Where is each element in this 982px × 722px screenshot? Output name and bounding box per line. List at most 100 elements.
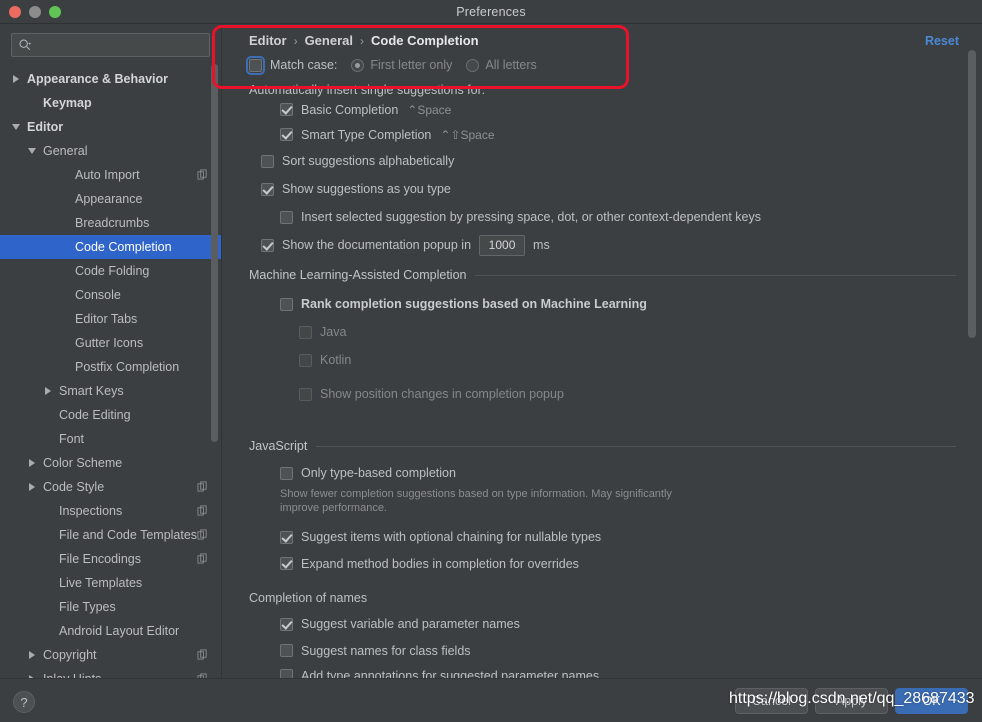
sidebar-item-label: Gutter Icons: [75, 336, 143, 350]
only-type-based-checkbox[interactable]: [280, 467, 293, 480]
sidebar-item-console[interactable]: Console: [0, 283, 221, 307]
chevron-down-icon[interactable]: [12, 122, 22, 132]
suggest-variable-names-row[interactable]: Suggest variable and parameter names: [280, 610, 956, 638]
sidebar-item-label: Auto Import: [75, 168, 140, 182]
chevron-right-icon[interactable]: [12, 74, 22, 84]
sidebar-item-editor-tabs[interactable]: Editor Tabs: [0, 307, 221, 331]
sidebar-item-file-types[interactable]: File Types: [0, 595, 221, 619]
match-case-option-first[interactable]: First letter only: [351, 58, 452, 72]
sidebar-item-code-editing[interactable]: Code Editing: [0, 403, 221, 427]
close-window-icon[interactable]: [9, 6, 21, 18]
ml-rank-row[interactable]: Rank completion suggestions based on Mac…: [280, 290, 956, 318]
sidebar-item-general[interactable]: General: [0, 139, 221, 163]
ml-kotlin-checkbox[interactable]: [299, 354, 312, 367]
sidebar-item-inspections[interactable]: Inspections: [0, 499, 221, 523]
smart-type-completion-checkbox[interactable]: [280, 128, 293, 141]
sidebar-item-appearance[interactable]: Appearance: [0, 187, 221, 211]
optional-chaining-row[interactable]: Suggest items with optional chaining for…: [280, 523, 956, 551]
sidebar-item-smart-keys[interactable]: Smart Keys: [0, 379, 221, 403]
sidebar-item-label: File Encodings: [59, 552, 141, 566]
chevron-right-icon[interactable]: [28, 650, 38, 660]
ok-button[interactable]: OK: [895, 688, 968, 714]
smart-type-completion-shortcut: ⌃⇧Space: [440, 128, 494, 142]
sidebar-item-code-style[interactable]: Code Style: [0, 475, 221, 499]
ml-rank-checkbox[interactable]: [280, 298, 293, 311]
ml-java-row[interactable]: Java: [299, 318, 956, 346]
settings-content: Match case: First letter only All letter…: [223, 54, 982, 678]
match-case-checkbox[interactable]: [249, 59, 262, 72]
optional-chaining-checkbox[interactable]: [280, 531, 293, 544]
tree-spacer: [44, 554, 54, 564]
sidebar-item-font[interactable]: Font: [0, 427, 221, 451]
help-icon[interactable]: ?: [13, 691, 35, 713]
suggest-class-field-names-checkbox[interactable]: [280, 644, 293, 657]
add-type-annotations-checkbox[interactable]: [280, 669, 293, 678]
show-suggestions-row[interactable]: Show suggestions as you type: [261, 175, 956, 203]
ml-section-divider: [475, 275, 956, 276]
sidebar-item-code-completion[interactable]: Code Completion: [0, 235, 221, 259]
doc-popup-delay-input[interactable]: [479, 235, 525, 256]
ml-section-title: Machine Learning-Assisted Completion: [249, 268, 466, 282]
sidebar-item-android-layout-editor[interactable]: Android Layout Editor: [0, 619, 221, 643]
add-type-annotations-row[interactable]: Add type annotations for suggested param…: [280, 663, 956, 678]
sidebar-item-label: Copyright: [43, 648, 97, 662]
settings-detail-pane: Editor›General›Code Completion Reset Mat…: [223, 24, 982, 678]
maximize-window-icon[interactable]: [49, 6, 61, 18]
first-letter-only-label: First letter only: [370, 58, 452, 72]
chevron-right-icon[interactable]: [28, 482, 38, 492]
insert-selected-suggestion-row[interactable]: Insert selected suggestion by pressing s…: [280, 203, 956, 231]
reset-link[interactable]: Reset: [925, 34, 959, 48]
sidebar-item-inlay-hints[interactable]: Inlay Hints: [0, 667, 221, 678]
minimize-window-icon[interactable]: [29, 6, 41, 18]
tree-spacer: [60, 362, 70, 372]
insert-selected-suggestion-checkbox[interactable]: [280, 211, 293, 224]
sidebar-item-code-folding[interactable]: Code Folding: [0, 259, 221, 283]
sort-alphabetically-checkbox[interactable]: [261, 155, 274, 168]
apply-button[interactable]: Apply: [815, 688, 888, 714]
breadcrumb: Editor›General›Code Completion: [249, 33, 479, 48]
basic-completion-checkbox[interactable]: [280, 103, 293, 116]
breadcrumb-part-1[interactable]: General: [305, 33, 353, 48]
suggest-variable-names-checkbox[interactable]: [280, 618, 293, 631]
sidebar-item-editor[interactable]: Editor: [0, 115, 221, 139]
sidebar-item-postfix-completion[interactable]: Postfix Completion: [0, 355, 221, 379]
sidebar-item-file-encodings[interactable]: File Encodings: [0, 547, 221, 571]
project-scope-icon: [197, 169, 208, 180]
sidebar-item-gutter-icons[interactable]: Gutter Icons: [0, 331, 221, 355]
sidebar-item-file-and-code-templates[interactable]: File and Code Templates: [0, 523, 221, 547]
sidebar-item-keymap[interactable]: Keymap: [0, 91, 221, 115]
ml-kotlin-row[interactable]: Kotlin: [299, 346, 956, 374]
title-bar: Preferences: [0, 0, 982, 24]
basic-completion-row[interactable]: Basic Completion ⌃Space: [280, 97, 956, 122]
sidebar-item-breadcrumbs[interactable]: Breadcrumbs: [0, 211, 221, 235]
breadcrumb-part-0[interactable]: Editor: [249, 33, 287, 48]
sidebar-item-appearance-behavior[interactable]: Appearance & Behavior: [0, 67, 221, 91]
show-suggestions-checkbox[interactable]: [261, 183, 274, 196]
cancel-button[interactable]: Cancel: [735, 688, 808, 714]
suggest-class-field-names-row[interactable]: Suggest names for class fields: [280, 638, 956, 663]
sidebar-item-live-templates[interactable]: Live Templates: [0, 571, 221, 595]
ml-java-checkbox[interactable]: [299, 326, 312, 339]
sidebar-item-label: Code Style: [43, 480, 104, 494]
smart-type-completion-row[interactable]: Smart Type Completion ⌃⇧Space: [280, 122, 956, 147]
ml-position-changes-row[interactable]: Show position changes in completion popu…: [299, 380, 956, 408]
only-type-based-row[interactable]: Only type-based completion: [280, 461, 956, 485]
expand-method-bodies-row[interactable]: Expand method bodies in completion for o…: [280, 551, 956, 576]
first-letter-only-radio[interactable]: [351, 59, 364, 72]
all-letters-radio[interactable]: [466, 59, 479, 72]
search-input[interactable]: [36, 38, 209, 52]
sort-alphabetically-row[interactable]: Sort suggestions alphabetically: [261, 147, 956, 175]
main-scrollbar[interactable]: [968, 50, 976, 338]
doc-popup-checkbox[interactable]: [261, 239, 274, 252]
ml-position-changes-checkbox[interactable]: [299, 388, 312, 401]
chevron-right-icon[interactable]: [28, 458, 38, 468]
chevron-down-icon[interactable]: [28, 146, 38, 156]
search-box[interactable]: [11, 33, 210, 57]
chevron-right-icon[interactable]: [44, 386, 54, 396]
sidebar-item-color-scheme[interactable]: Color Scheme: [0, 451, 221, 475]
match-case-option-all[interactable]: All letters: [466, 58, 536, 72]
sidebar-item-auto-import[interactable]: Auto Import: [0, 163, 221, 187]
expand-method-bodies-checkbox[interactable]: [280, 557, 293, 570]
sidebar-scrollbar[interactable]: [211, 64, 218, 442]
sidebar-item-copyright[interactable]: Copyright: [0, 643, 221, 667]
